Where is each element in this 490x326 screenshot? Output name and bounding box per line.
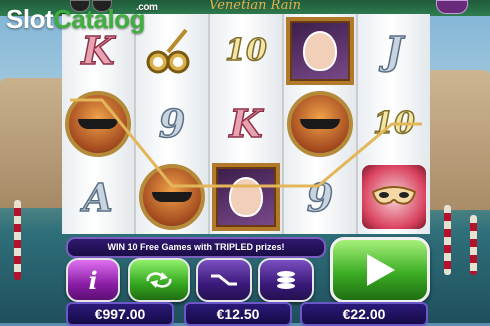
reel-symbol: A (62, 161, 134, 234)
reel-5: J 10 (358, 14, 430, 234)
carnival-mask-icon (362, 165, 426, 230)
symbol-9-icon: 9 (306, 174, 334, 221)
reel-symbol (136, 161, 208, 234)
reel-symbol: 9 (284, 161, 356, 234)
gondola-icon (287, 90, 353, 157)
win-value: €22.00 (300, 302, 428, 326)
symbol-k-icon: K (229, 101, 264, 148)
symbol-10-icon: 10 (224, 32, 267, 69)
boat-icon (152, 192, 192, 203)
boat-icon (78, 118, 118, 129)
info-button[interactable]: i (66, 258, 120, 302)
reel-symbol (284, 14, 356, 87)
mooring-pole (444, 205, 451, 275)
opera-glasses-icon (141, 26, 203, 76)
reel-symbol (210, 161, 282, 234)
mooring-pole (14, 200, 21, 280)
balance-value: €997.00 (66, 302, 174, 326)
bet-button[interactable] (258, 258, 314, 302)
symbol-9-icon: 9 (158, 101, 186, 148)
face-icon (303, 30, 337, 71)
coins-icon (277, 271, 295, 289)
spin-button[interactable] (330, 237, 430, 303)
reel-symbol: K (210, 87, 282, 160)
autoplay-icon (146, 272, 172, 288)
menu-button[interactable] (436, 0, 468, 14)
reels: K A 9 10 K 9 J 10 (62, 14, 430, 234)
gondola-icon (65, 90, 131, 157)
lines-icon (211, 274, 237, 286)
bridge-left (0, 78, 70, 208)
reel-1: KA (62, 14, 134, 234)
lady-portrait-icon (286, 16, 354, 85)
reel-symbol: 10 (358, 87, 430, 160)
watermark-catalog: Catalog (53, 4, 145, 34)
reel-symbol (358, 161, 430, 234)
gondola-icon (139, 164, 205, 231)
mooring-pole (470, 215, 477, 275)
symbol-10-icon: 10 (372, 106, 415, 143)
bet-value: €12.50 (184, 302, 292, 326)
reel-symbol (284, 87, 356, 160)
symbol-a-icon: A (82, 174, 113, 221)
reel-symbol: 9 (136, 87, 208, 160)
face-icon (229, 177, 263, 218)
autoplay-button[interactable] (128, 258, 190, 302)
watermark-slot: Slot (6, 4, 54, 34)
reel-2: 9 (136, 14, 208, 234)
reel-symbol: 10 (210, 14, 282, 87)
bridge-right (420, 70, 490, 210)
watermark: SlotCatalog .com (6, 2, 158, 35)
play-icon (367, 254, 395, 286)
watermark-com: .com (136, 2, 158, 13)
lady-portrait-icon (212, 163, 280, 232)
boat-icon (300, 118, 340, 129)
reel-symbol: J (358, 14, 430, 87)
reel-symbol (62, 87, 134, 160)
info-icon: i (88, 265, 98, 295)
symbol-j-icon: J (384, 27, 403, 74)
reel-symbol (136, 14, 208, 87)
message-bar: WIN 10 Free Games with TRIPLED prizes! (66, 237, 326, 258)
reel-4: 9 (284, 14, 356, 234)
reel-3: 10 K (210, 14, 282, 234)
lines-button[interactable] (196, 258, 252, 302)
